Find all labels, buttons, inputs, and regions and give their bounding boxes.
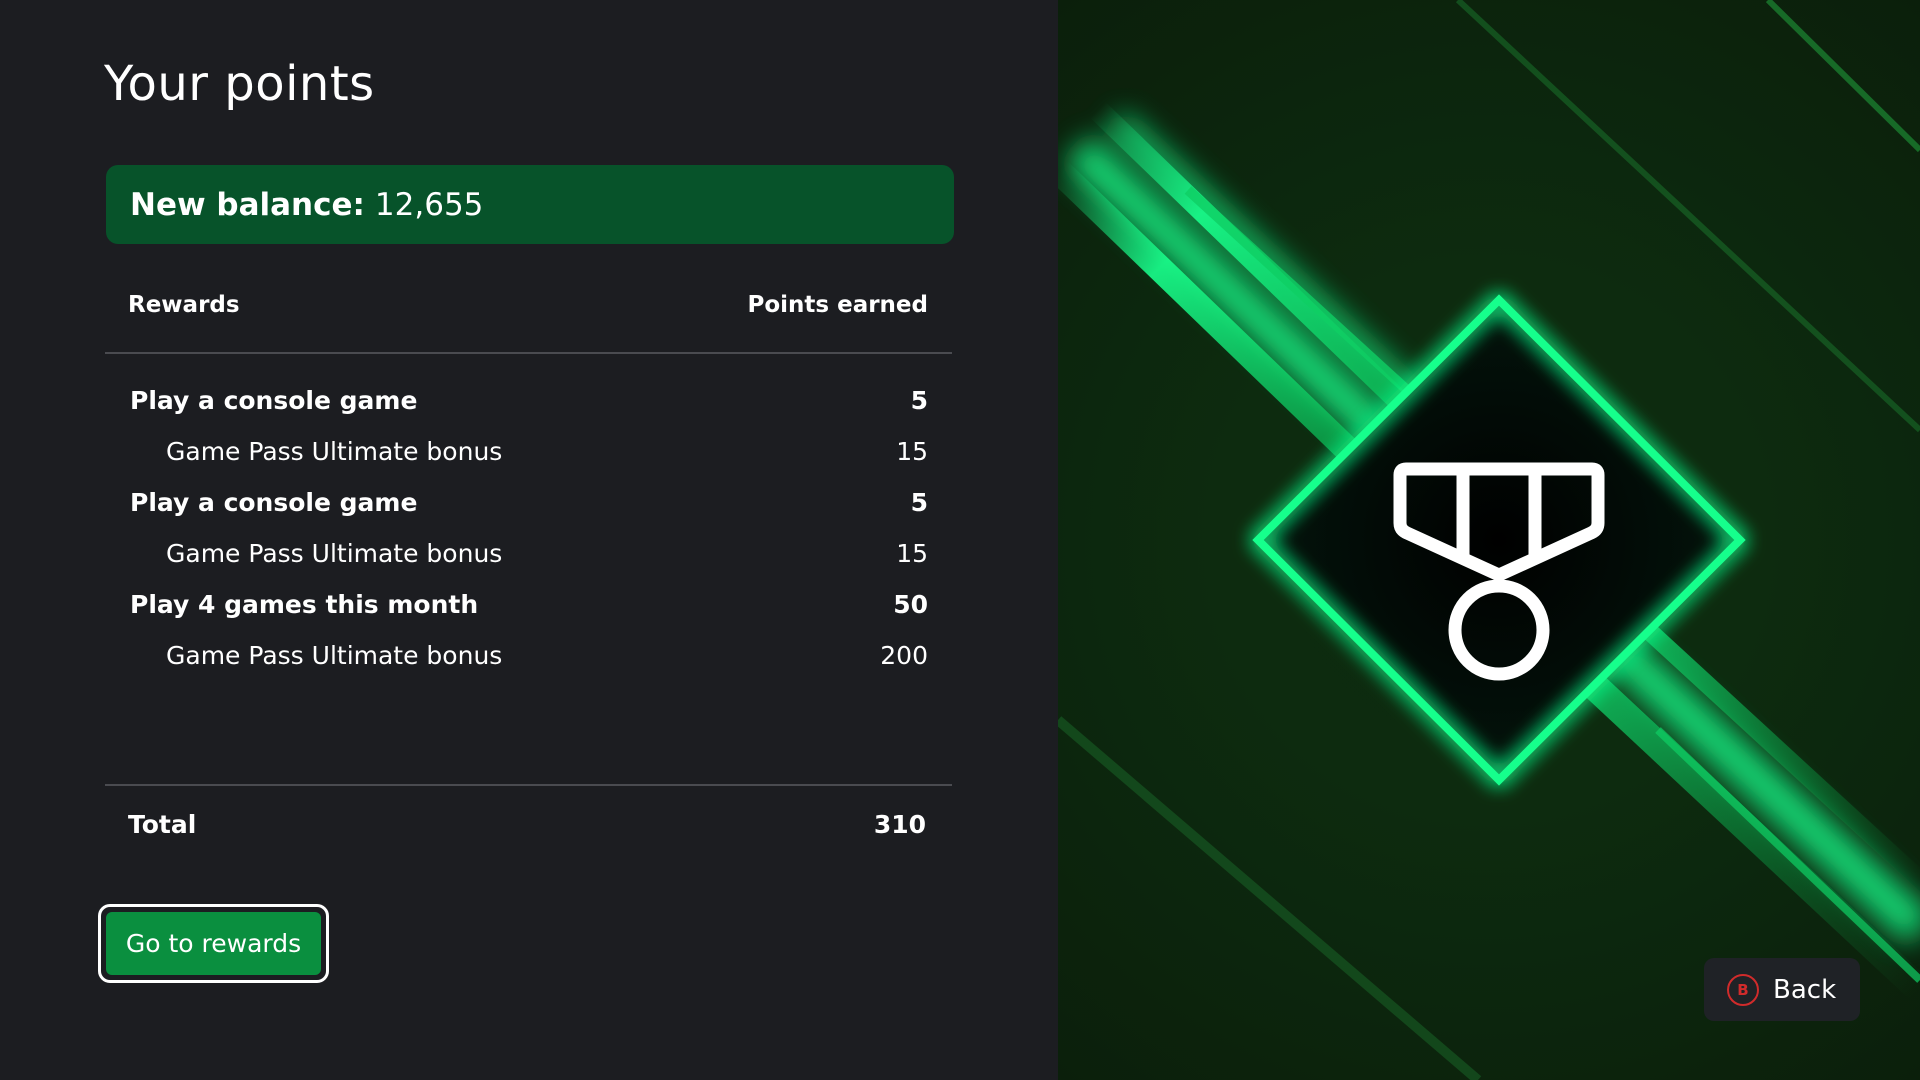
reward-points: 5 [910,488,928,517]
balance-label: New balance: [130,186,365,223]
rewards-column-header: Rewards [128,292,240,318]
points-panel: Your points New balance: 12,655 Rewards … [0,0,1058,1080]
total-divider [105,784,952,786]
total-label: Total [128,810,197,839]
points-column-header: Points earned [747,292,928,318]
reward-row: Play 4 games this month 50 [105,579,928,630]
bg-stripe [1765,0,1920,153]
reward-name: Play a console game [130,488,418,517]
rewards-list: Play a console game 5 Game Pass Ultimate… [105,375,928,681]
bonus-points: 200 [880,641,928,670]
bonus-name: Game Pass Ultimate bonus [166,437,503,466]
medal-artwork [1058,0,1920,1080]
back-button[interactable]: B Back [1704,958,1860,1021]
reward-points: 5 [910,386,928,415]
hero-art [1058,0,1920,1080]
balance-banner: New balance: 12,655 [106,165,954,244]
total-value: 310 [873,810,926,839]
bonus-points: 15 [896,437,928,466]
go-to-rewards-label: Go to rewards [106,912,321,975]
bg-stripe [1058,716,1482,1080]
controller-b-icon: B [1727,973,1759,1006]
header-divider [105,352,952,354]
reward-points: 50 [893,590,928,619]
reward-row: Play a console game 5 [105,375,928,426]
reward-name: Play 4 games this month [130,590,479,619]
bonus-name: Game Pass Ultimate bonus [166,539,503,568]
bonus-row: Game Pass Ultimate bonus 15 [105,426,928,477]
total-row: Total 310 [128,810,926,839]
reward-row: Play a console game 5 [105,477,928,528]
go-to-rewards-button[interactable]: Go to rewards [98,904,329,983]
bonus-name: Game Pass Ultimate bonus [166,641,503,670]
balance-value: 12,655 [374,186,484,223]
bonus-points: 15 [896,539,928,568]
bonus-row: Game Pass Ultimate bonus 200 [105,630,928,681]
reward-name: Play a console game [130,386,418,415]
bonus-row: Game Pass Ultimate bonus 15 [105,528,928,579]
back-label: Back [1773,974,1837,1005]
page-title: Your points [104,56,375,112]
